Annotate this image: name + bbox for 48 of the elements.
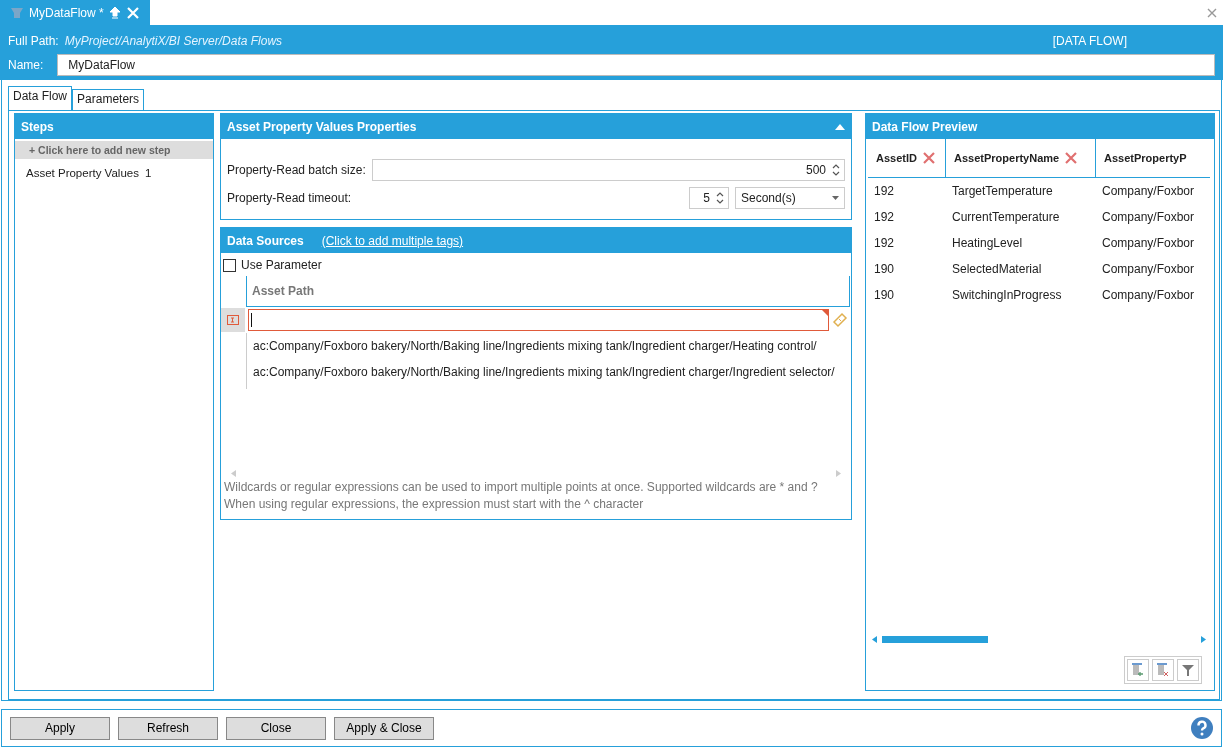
add-step-button[interactable]: + Click here to add new step [15, 141, 213, 159]
table-cell-text: CurrentTemperature [951, 210, 1060, 224]
action-button[interactable]: Apply & Close [334, 716, 434, 740]
table-cell-text: TargetTemperature [951, 184, 1053, 198]
table-cell-text: Company/Foxbor [1101, 210, 1195, 224]
document-title: MyDataFlow * [29, 5, 104, 20]
steps-header: Steps [15, 114, 213, 139]
name-field[interactable]: MyDataFlow [57, 54, 1215, 76]
batch-size-field[interactable]: 500 [371, 159, 845, 181]
action-button[interactable]: Apply [10, 716, 110, 740]
checkbox-label: Use Parameter [241, 258, 322, 272]
properties-header: Asset Property Values Properties [227, 119, 417, 134]
table-cell-text: HeatingLevel [951, 236, 1023, 250]
unit-dropdown[interactable]: Second(s) [735, 187, 845, 209]
table-cell-text: SwitchingInProgress [951, 288, 1062, 302]
preview-header: Data Flow Preview [866, 114, 1214, 139]
table-cell-text: SelectedMaterial [951, 262, 1042, 276]
tab[interactable]: Parameters [72, 89, 145, 110]
table-cell-text: 190 [873, 262, 895, 276]
table-cell: ac:Company/Foxboro bakery/North/Baking line/Ingredients mixing tank/Ingredient charger/Ingredient selector/ [246, 359, 851, 385]
data-sources-header: Data Sources [227, 233, 304, 248]
table-cell-text: 192 [873, 236, 895, 250]
column-header: Asset Path [246, 276, 850, 307]
column-header[interactable]: AssetPropertyName [946, 139, 1096, 177]
field-label: Property-Read timeout: [227, 191, 353, 205]
table-cell-text: Company/Foxbor [1101, 288, 1195, 302]
path-label: Full Path: [8, 33, 59, 48]
table-cell-text: 192 [873, 210, 895, 224]
path-value: MyProject/AnalytiX/BI Server/Data Flows [64, 33, 283, 48]
step-item[interactable]: Asset Property Values 1 [15, 159, 213, 187]
table-cell-text: 190 [873, 288, 895, 302]
action-button[interactable]: Refresh [118, 716, 218, 740]
action-button[interactable]: Close [226, 716, 326, 740]
table-cell-text: Company/Foxbor [1101, 236, 1195, 250]
field-label: Property-Read batch size: [227, 163, 366, 177]
table-cell-text: Company/Foxbor [1101, 184, 1195, 198]
table-cell-text: 192 [873, 184, 895, 198]
step-count: 1 [144, 167, 152, 179]
tab[interactable]: Data Flow [8, 86, 73, 110]
column-header[interactable]: AssetPropertyP [1096, 139, 1191, 177]
column-header[interactable]: AssetID [868, 139, 946, 177]
table-cell: ac:Company/Foxboro bakery/North/Baking line/Ingredients mixing tank/Ingredient charger/Heating control/ [246, 333, 851, 359]
kind-label: [DATA FLOW] [1052, 33, 1127, 48]
name-label: Name: [8, 58, 44, 72]
timeout-field[interactable]: 5 [689, 187, 729, 209]
hint-text: Wildcards or regular expressions can be used to import multiple points at once. Supported wildcards are * and ? When using regular expressions, the expression must start with the ^ character [223, 479, 819, 513]
step-label: Asset Property Values [26, 167, 139, 179]
table-cell-text: Company/Foxbor [1101, 262, 1195, 276]
